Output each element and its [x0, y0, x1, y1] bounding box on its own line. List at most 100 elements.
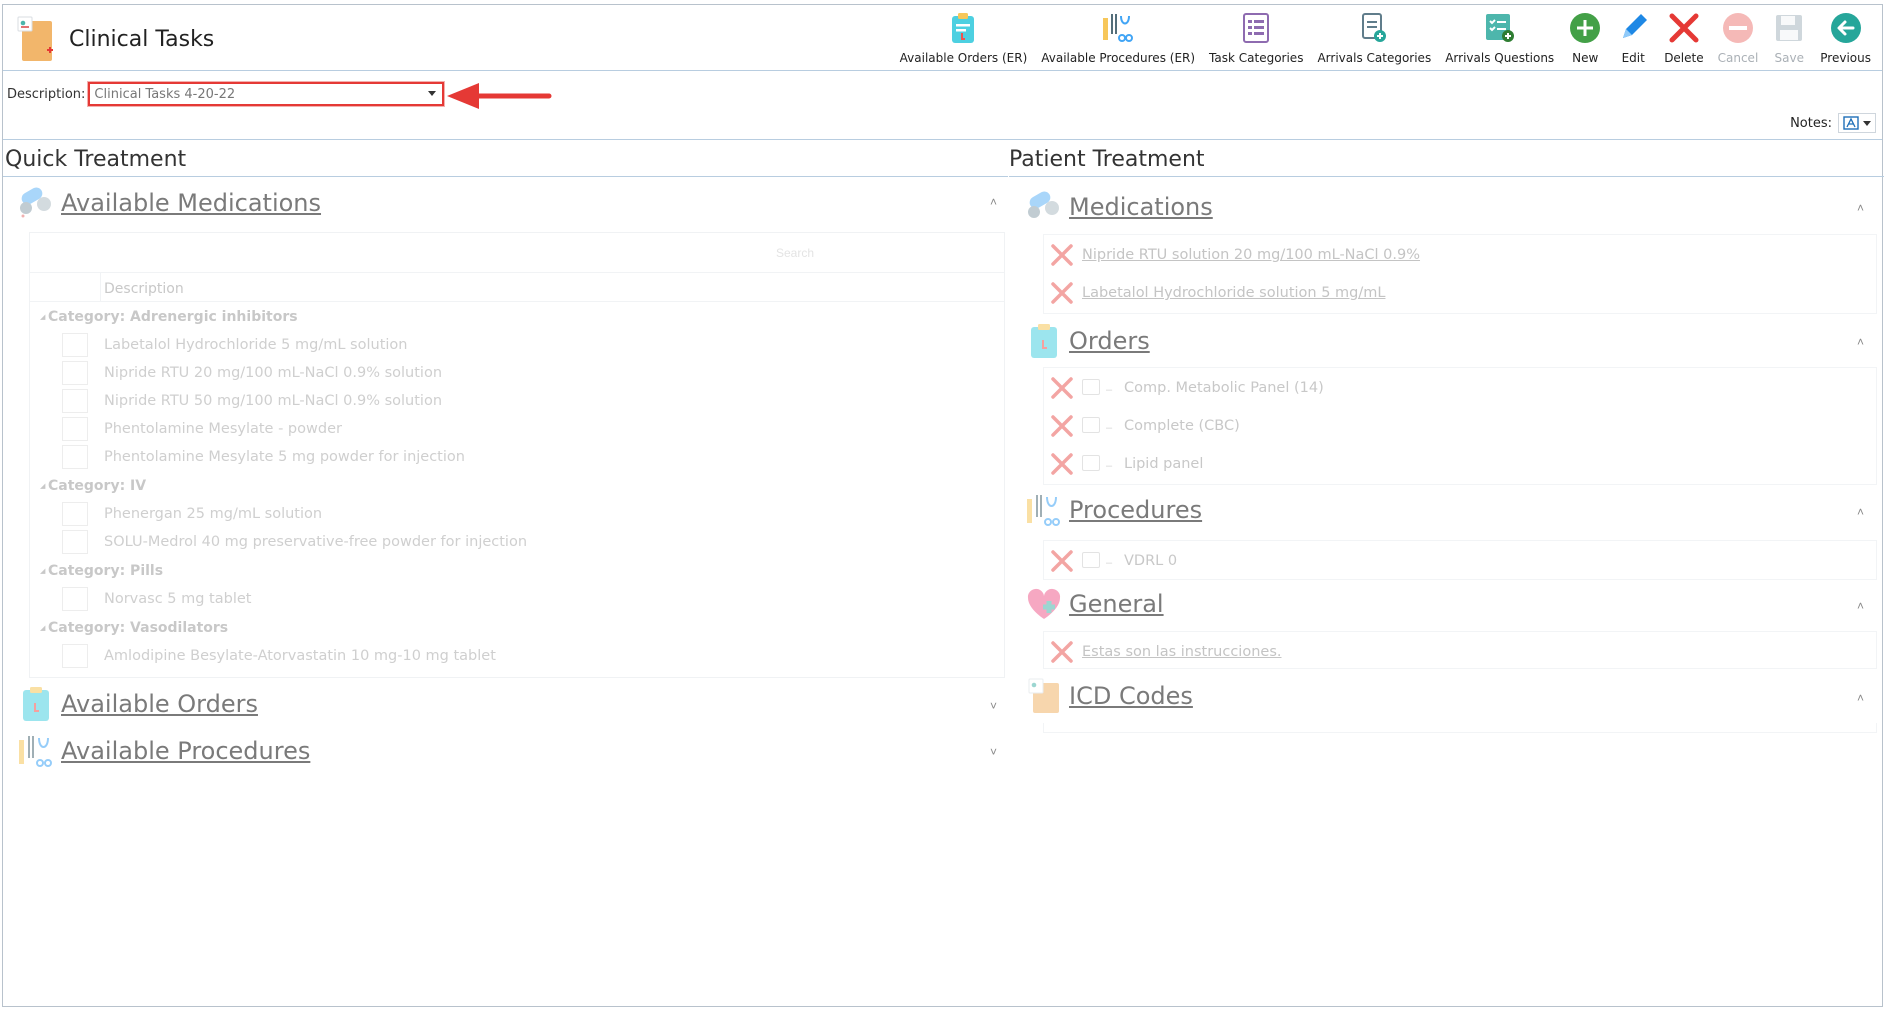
available-medications-header[interactable]: Available Medications — [17, 184, 321, 222]
collapse-chevron-icon[interactable]: ˄ — [990, 195, 997, 209]
task-categories-button[interactable]: Task Categories — [1202, 7, 1310, 69]
arrivals-questions-button[interactable]: Arrivals Questions — [1438, 7, 1561, 69]
medications-header[interactable]: Medications — [1025, 188, 1213, 226]
general-header[interactable]: General — [1025, 585, 1164, 623]
instruction-link[interactable]: Estas son las instrucciones. — [1082, 644, 1281, 660]
collapse-chevron-icon[interactable]: ˄ — [1857, 201, 1864, 215]
list-item: – Lipid panel — [1044, 444, 1876, 482]
procedures-header[interactable]: Procedures — [1025, 491, 1202, 529]
toolbar-label: Arrivals Categories — [1317, 51, 1432, 65]
checkbox[interactable] — [62, 530, 88, 554]
checkbox[interactable] — [62, 389, 88, 413]
orders-link[interactable]: Orders — [1069, 327, 1150, 355]
expand-triangle-icon: ◢ — [40, 568, 46, 575]
list-item: Phentolamine Mesylate 5 mg powder for in… — [30, 443, 1004, 471]
document-icon — [1082, 417, 1100, 433]
medications-list: Nipride RTU solution 20 mg/100 mL-NaCl 0… — [1043, 234, 1877, 314]
category-row[interactable]: ◢ Category: Pills — [30, 556, 1004, 585]
available-medications-link[interactable]: Available Medications — [61, 189, 321, 217]
expand-chevron-icon[interactable]: ˅ — [990, 699, 997, 713]
orders-list: – Comp. Metabolic Panel (14) – Complete … — [1043, 367, 1877, 485]
plus-circle-icon — [1568, 11, 1602, 45]
cancel-button[interactable]: Cancel — [1711, 7, 1766, 69]
description-label: Description: — [7, 86, 86, 102]
chevron-down-icon — [428, 91, 437, 96]
toolbar: Available Orders (ER) Available Procedur… — [893, 7, 1878, 69]
icd-codes-link[interactable]: ICD Codes — [1069, 682, 1193, 710]
medication-label: Phentolamine Mesylate - powder — [104, 421, 342, 437]
medication-link[interactable]: Labetalol Hydrochloride solution 5 mg/mL — [1082, 285, 1385, 301]
list-item: Norvasc 5 mg tablet — [30, 585, 1004, 613]
medications-link[interactable]: Medications — [1069, 193, 1213, 221]
expand-triangle-icon: ◢ — [40, 314, 46, 321]
list-item: Nipride RTU 20 mg/100 mL-NaCl 0.9% solut… — [30, 359, 1004, 387]
checkbox[interactable] — [62, 502, 88, 526]
dash-icon: – — [1106, 460, 1113, 472]
edit-button[interactable]: Edit — [1609, 7, 1657, 69]
collapse-chevron-icon[interactable]: ˄ — [1857, 335, 1864, 349]
procedure-label: VDRL 0 — [1124, 553, 1178, 569]
checkbox[interactable] — [62, 445, 88, 469]
category-row[interactable]: ◢ Category: IV — [30, 471, 1004, 500]
delete-button[interactable]: Delete — [1657, 7, 1710, 69]
remove-icon[interactable] — [1050, 549, 1074, 573]
arrow-left-circle-icon — [1829, 11, 1863, 45]
column-header-description[interactable]: Description — [104, 281, 184, 297]
remove-icon[interactable] — [1050, 452, 1074, 476]
toolbar-label: Arrivals Questions — [1445, 51, 1555, 65]
checkbox[interactable] — [62, 644, 88, 668]
save-button[interactable]: Save — [1765, 7, 1813, 69]
clinical-tasks-icon — [17, 16, 53, 61]
toolbar-label: Available Procedures (ER) — [1041, 51, 1196, 65]
category-row[interactable]: ◢ Category: Vasodilators — [30, 613, 1004, 642]
notes-button[interactable] — [1838, 113, 1876, 133]
available-orders-header[interactable]: Available Orders — [17, 685, 258, 723]
available-procedures-link[interactable]: Available Procedures — [61, 737, 310, 765]
collapse-chevron-icon[interactable]: ˄ — [1857, 691, 1864, 705]
previous-button[interactable]: Previous — [1813, 7, 1878, 69]
remove-icon[interactable] — [1050, 414, 1074, 438]
remove-icon[interactable] — [1050, 640, 1074, 664]
general-link[interactable]: General — [1069, 590, 1164, 618]
remove-icon[interactable] — [1050, 281, 1074, 305]
medication-label: Nipride RTU 50 mg/100 mL-NaCl 0.9% solut… — [104, 393, 443, 409]
divider — [100, 273, 101, 302]
grid-header: Description — [30, 273, 1004, 302]
toolbar-label: Delete — [1664, 51, 1704, 65]
checklist-add-icon — [1483, 11, 1517, 45]
available-orders-link[interactable]: Available Orders — [61, 690, 258, 718]
description-dropdown[interactable]: Clinical Tasks 4-20-22 — [88, 82, 445, 106]
list-item: Nipride RTU 50 mg/100 mL-NaCl 0.9% solut… — [30, 387, 1004, 415]
medication-label: Amlodipine Besylate-Atorvastatin 10 mg-1… — [104, 648, 496, 664]
category-row[interactable]: ◢ Category: Adrenergic inhibitors — [30, 302, 1004, 331]
collapse-chevron-icon[interactable]: ˄ — [1857, 599, 1864, 613]
available-procedures-header[interactable]: Available Procedures — [17, 732, 310, 770]
remove-icon[interactable] — [1050, 243, 1074, 267]
toolbar-label: Previous — [1820, 51, 1871, 65]
checkbox[interactable] — [62, 417, 88, 441]
notes-label: Notes: — [1790, 115, 1832, 131]
procedures-link[interactable]: Procedures — [1069, 496, 1202, 524]
checkbox[interactable] — [62, 587, 88, 611]
list-item: Labetalol Hydrochloride solution 5 mg/mL — [1044, 273, 1876, 311]
list-item: – VDRL 0 — [1044, 541, 1876, 579]
dash-icon: – — [1106, 384, 1113, 396]
search-input[interactable]: Search — [776, 246, 814, 260]
list-item: Phenergan 25 mg/mL solution — [30, 500, 1004, 528]
available-orders-er-button[interactable]: Available Orders (ER) — [893, 7, 1035, 69]
arrivals-categories-button[interactable]: Arrivals Categories — [1310, 7, 1438, 69]
remove-icon[interactable] — [1050, 376, 1074, 400]
list-item: Labetalol Hydrochloride 5 mg/mL solution — [30, 331, 1004, 359]
checkbox[interactable] — [62, 333, 88, 357]
new-button[interactable]: New — [1561, 7, 1609, 69]
expand-chevron-icon[interactable]: ˅ — [990, 745, 997, 759]
collapse-chevron-icon[interactable]: ˄ — [1857, 505, 1864, 519]
icd-codes-header[interactable]: ICD Codes — [1025, 677, 1193, 715]
medication-label: Labetalol Hydrochloride 5 mg/mL solution — [104, 337, 408, 353]
document-icon — [1082, 455, 1100, 471]
checkbox[interactable] — [62, 361, 88, 385]
orders-header[interactable]: Orders — [1025, 322, 1150, 360]
available-procedures-er-button[interactable]: Available Procedures (ER) — [1034, 7, 1202, 69]
document-icon — [1082, 379, 1100, 395]
medication-link[interactable]: Nipride RTU solution 20 mg/100 mL-NaCl 0… — [1082, 247, 1420, 263]
